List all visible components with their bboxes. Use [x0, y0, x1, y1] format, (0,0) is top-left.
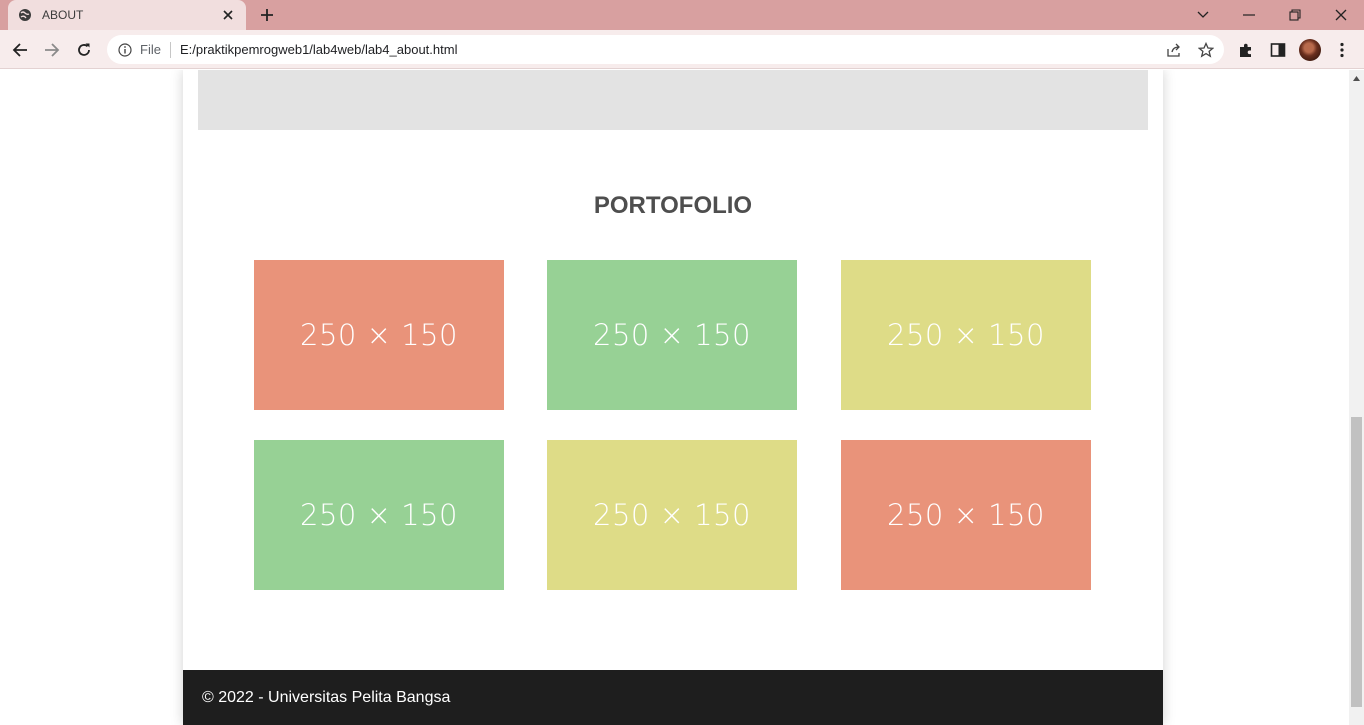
page-viewport: PORTOFOLIO 250 × 150 250 × 150 250 × 150… [0, 70, 1349, 725]
scroll-up-arrow-icon[interactable] [1349, 70, 1364, 86]
browser-titlebar: ABOUT [0, 0, 1364, 30]
side-panel-icon[interactable] [1268, 40, 1288, 60]
close-window-button[interactable] [1318, 0, 1364, 30]
portfolio-item[interactable]: 250 × 150 [547, 440, 797, 590]
browser-toolbar: File E:/praktikpemrogweb1/lab4web/lab4_a… [0, 30, 1364, 69]
page-footer: © 2022 - Universitas Pelita Bangsa [183, 670, 1163, 725]
footer-copyright: © 2022 - Universitas Pelita Bangsa [202, 688, 451, 706]
portfolio-item[interactable]: 250 × 150 [841, 440, 1091, 590]
portfolio-item[interactable]: 250 × 150 [254, 260, 504, 410]
browser-tab[interactable]: ABOUT [8, 0, 246, 30]
menu-kebab-icon[interactable] [1332, 40, 1352, 60]
address-bar[interactable]: File E:/praktikpemrogweb1/lab4web/lab4_a… [107, 35, 1224, 64]
portfolio-item-label: 250 × 150 [887, 498, 1045, 532]
scrollbar-thumb[interactable] [1351, 417, 1362, 707]
portfolio-item-label: 250 × 150 [300, 318, 458, 352]
forward-button[interactable] [38, 36, 66, 64]
address-scheme-label: File [140, 42, 161, 57]
portfolio-item-label: 250 × 150 [593, 498, 751, 532]
profile-avatar[interactable] [1299, 39, 1321, 61]
portfolio-item-label: 250 × 150 [593, 318, 751, 352]
info-icon[interactable] [117, 42, 133, 58]
back-button[interactable] [6, 36, 34, 64]
bookmark-star-icon[interactable] [1197, 41, 1215, 59]
close-tab-icon[interactable] [220, 7, 236, 23]
globe-icon [18, 8, 32, 22]
tab-title: ABOUT [42, 8, 84, 22]
extensions-puzzle-icon[interactable] [1236, 40, 1256, 60]
portfolio-grid: 250 × 150 250 × 150 250 × 150 250 × 150 … [254, 260, 1091, 590]
portfolio-item[interactable]: 250 × 150 [841, 260, 1091, 410]
reload-button[interactable] [70, 36, 98, 64]
portfolio-item[interactable]: 250 × 150 [547, 260, 797, 410]
portfolio-item-label: 250 × 150 [887, 318, 1045, 352]
minimize-button[interactable] [1226, 0, 1272, 30]
share-icon[interactable] [1165, 41, 1183, 59]
section-title: PORTOFOLIO [593, 192, 753, 219]
restore-button[interactable] [1272, 0, 1318, 30]
vertical-scrollbar[interactable] [1349, 70, 1364, 725]
portfolio-item-label: 250 × 150 [300, 498, 458, 532]
banner-block [198, 70, 1148, 130]
new-tab-button[interactable] [256, 4, 278, 26]
portfolio-item[interactable]: 250 × 150 [254, 440, 504, 590]
url-text[interactable]: E:/praktikpemrogweb1/lab4web/lab4_about.… [180, 42, 458, 57]
page-container: PORTOFOLIO 250 × 150 250 × 150 250 × 150… [183, 70, 1163, 725]
address-divider [169, 41, 171, 58]
tab-search-icon[interactable] [1180, 0, 1226, 30]
